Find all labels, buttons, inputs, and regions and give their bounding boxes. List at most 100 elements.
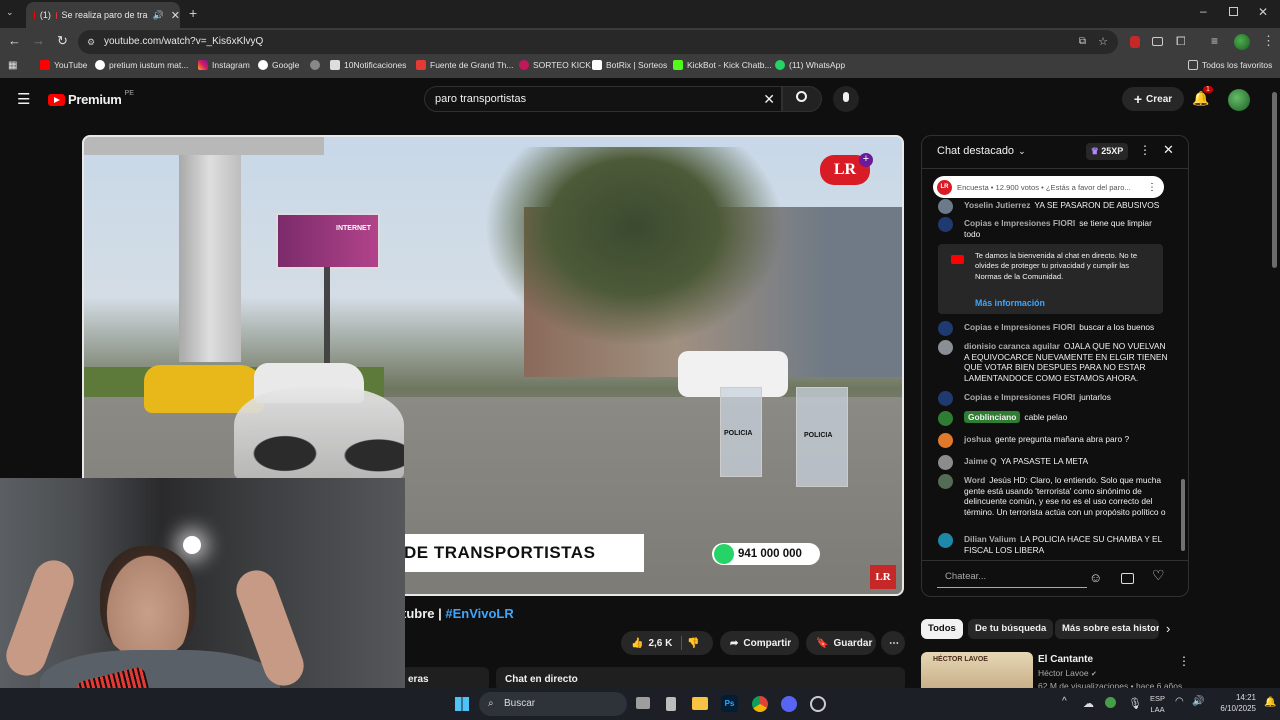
message-author[interactable]: Word bbox=[964, 475, 985, 485]
share-button[interactable]: ➦ Compartir bbox=[720, 631, 799, 655]
url-field[interactable]: ⚙ youtube.com/watch?v=_Kis6xKlvyQ ⧉ ☆ bbox=[78, 30, 1118, 54]
message-author[interactable]: dionisio caranca aguilar bbox=[964, 341, 1060, 351]
speaker-icon[interactable]: 🔊 bbox=[153, 10, 164, 21]
bookmark-botrix[interactable]: BotRix | Sorteos bbox=[592, 60, 667, 70]
bookmark-google[interactable]: Google bbox=[258, 60, 299, 70]
chrome-icon[interactable] bbox=[752, 696, 768, 712]
new-tab-icon[interactable]: + bbox=[189, 5, 197, 21]
message-author[interactable]: Copias e Impresiones FIORI bbox=[964, 218, 1075, 228]
hashtag-link[interactable]: #EnVivoLR bbox=[445, 606, 513, 621]
photoshop-icon[interactable]: Ps bbox=[721, 695, 738, 712]
task-view-icon[interactable] bbox=[636, 697, 650, 709]
emoji-icon[interactable]: ☺ bbox=[1089, 570, 1102, 585]
poll-banner[interactable]: LR Encuesta • 12.900 votos • ¿Estás a fa… bbox=[933, 176, 1164, 198]
chat-close-icon[interactable]: ✕ bbox=[1163, 142, 1174, 158]
bookmark-star-icon[interactable]: ☆ bbox=[1098, 30, 1108, 54]
recommendation-channel[interactable]: Héctor Lavoe ✔ bbox=[1038, 668, 1097, 678]
filter-chip-more[interactable]: Más sobre esta histor bbox=[1055, 619, 1159, 639]
youtube-logo[interactable]: Premium PE bbox=[48, 90, 134, 107]
page-scrollbar[interactable] bbox=[1272, 92, 1277, 268]
file-explorer-icon[interactable] bbox=[692, 697, 708, 710]
bookmark-notificaciones[interactable]: 10Notificaciones bbox=[330, 60, 406, 70]
app-icon[interactable] bbox=[666, 697, 676, 711]
extension-icon[interactable] bbox=[1152, 37, 1163, 46]
app-icon[interactable] bbox=[810, 696, 826, 712]
browser-tab[interactable]: (1) Se realiza paro de tra 🔊 ✕ bbox=[26, 2, 180, 28]
notification-center-icon[interactable]: 🔔 bbox=[1264, 697, 1276, 708]
save-button[interactable]: 🔖 Guardar bbox=[806, 631, 876, 655]
filter-chip-search[interactable]: De tu búsqueda bbox=[968, 619, 1054, 639]
chips-next-icon[interactable]: › bbox=[1166, 621, 1170, 636]
bookmark-globe[interactable] bbox=[310, 60, 320, 70]
tray-app-icon[interactable] bbox=[1105, 697, 1116, 708]
like-button[interactable]: 👍 2,6 K 👎 bbox=[621, 631, 713, 655]
window-close-icon[interactable]: ✕ bbox=[1258, 5, 1268, 19]
member-author-chip[interactable]: Goblinciano bbox=[964, 411, 1021, 423]
recommendation-title[interactable]: El Cantante bbox=[1038, 654, 1093, 665]
puzzle-icon[interactable]: ⧠ bbox=[1176, 34, 1186, 49]
poll-more-icon[interactable]: ⋮ bbox=[1147, 182, 1157, 193]
tray-mic-icon[interactable]: 🎙 bbox=[1128, 697, 1142, 710]
reload-icon[interactable]: ↻ bbox=[57, 33, 68, 49]
taskbar-search[interactable]: ⌕ Buscar bbox=[479, 692, 627, 716]
message-author[interactable]: Copias e Impresiones FIORI bbox=[964, 392, 1075, 402]
thumbs-down-icon[interactable]: 👎 bbox=[687, 638, 699, 649]
more-actions-button[interactable]: ⋯ bbox=[881, 631, 905, 655]
site-info-icon[interactable]: ⚙ bbox=[87, 30, 95, 54]
bookmark-instagram[interactable]: Instagram bbox=[198, 60, 250, 70]
bookmark-youtube[interactable]: YouTube bbox=[40, 60, 87, 70]
bookmark-sorteo-kick[interactable]: SORTEO KICK bbox=[519, 60, 591, 70]
windows-start-icon[interactable] bbox=[455, 697, 469, 711]
wifi-icon[interactable]: ◠ bbox=[1175, 696, 1184, 707]
search-input[interactable]: paro transportistas ✕ bbox=[424, 86, 782, 112]
language-indicator[interactable]: ESP LAA bbox=[1150, 693, 1165, 715]
message-author[interactable]: Jaime Q bbox=[964, 456, 997, 466]
filter-chip-all[interactable]: Todos bbox=[921, 619, 963, 639]
tray-cloud-icon[interactable]: ☁ bbox=[1083, 697, 1094, 710]
tab-close-icon[interactable]: ✕ bbox=[171, 9, 180, 22]
message-author[interactable]: Copias e Impresiones FIORI bbox=[964, 322, 1075, 332]
address-bar: ← → ↻ ⚙ youtube.com/watch?v=_Kis6xKlvyQ … bbox=[0, 28, 1280, 56]
account-avatar[interactable] bbox=[1228, 89, 1250, 111]
message-author[interactable]: Yoselin Jutierrez bbox=[964, 200, 1030, 210]
tab-search-icon[interactable]: ⌄ bbox=[6, 7, 20, 21]
tray-chevron-icon[interactable]: ^ bbox=[1062, 696, 1067, 707]
chat-more-icon[interactable]: ⋮ bbox=[1139, 143, 1151, 157]
heart-icon[interactable]: ♡ bbox=[1152, 567, 1165, 584]
more-info-link[interactable]: Más información bbox=[975, 298, 1045, 308]
super-chat-icon[interactable] bbox=[1121, 573, 1134, 584]
volume-icon[interactable]: 🔊 bbox=[1192, 696, 1204, 707]
bookmark-fuente[interactable]: Fuente de Grand Th... bbox=[416, 60, 513, 70]
voice-search-button[interactable] bbox=[833, 86, 859, 112]
bookmark-whatsapp[interactable]: (11) WhatsApp bbox=[775, 60, 845, 70]
message-author[interactable]: joshua bbox=[964, 434, 991, 444]
back-icon[interactable]: ← bbox=[8, 33, 21, 48]
chat-mode-selector[interactable]: Chat destacado ⌄ bbox=[937, 145, 1026, 157]
all-favorites[interactable]: Todos los favoritos bbox=[1188, 60, 1272, 70]
minimize-icon[interactable]: – bbox=[1200, 4, 1207, 18]
hamburger-menu-icon[interactable]: ☰ bbox=[17, 90, 30, 108]
chat-scrollbar[interactable] bbox=[1181, 479, 1185, 551]
bookmark-kickbot[interactable]: KickBot - Kick Chatb... bbox=[673, 60, 772, 70]
bookmark-pretium[interactable]: pretium iustum mat... bbox=[95, 60, 188, 70]
extension-red-icon[interactable] bbox=[1130, 36, 1140, 48]
recommendation-thumbnail[interactable]: HÉCTOR LAVOE bbox=[921, 652, 1033, 688]
maximize-icon[interactable] bbox=[1229, 7, 1238, 16]
filter-label: Más sobre esta histor bbox=[1062, 623, 1159, 634]
xp-badge[interactable]: ♛ 25XP bbox=[1086, 143, 1128, 160]
recommendation-more-icon[interactable]: ⋮ bbox=[1178, 654, 1190, 668]
search-button[interactable] bbox=[782, 86, 822, 112]
clear-search-icon[interactable]: ✕ bbox=[763, 87, 775, 111]
forward-icon[interactable]: → bbox=[32, 33, 45, 48]
media-controls-icon[interactable]: ≡ bbox=[1211, 34, 1218, 48]
notifications-button[interactable]: 🔔 1 bbox=[1192, 86, 1213, 108]
browser-menu-icon[interactable]: ⋮ bbox=[1262, 33, 1275, 49]
apps-grid-icon[interactable]: ▦ bbox=[8, 60, 17, 71]
create-button[interactable]: + Crear bbox=[1122, 87, 1184, 111]
message-author[interactable]: Dilian Valium bbox=[964, 534, 1016, 544]
install-icon[interactable]: ⧉ bbox=[1079, 30, 1086, 54]
profile-avatar[interactable] bbox=[1234, 34, 1250, 50]
chat-input[interactable]: Chatear... bbox=[937, 566, 1087, 588]
discord-icon[interactable] bbox=[781, 696, 797, 712]
clock[interactable]: 14:21 6/10/2025 bbox=[1212, 692, 1256, 714]
